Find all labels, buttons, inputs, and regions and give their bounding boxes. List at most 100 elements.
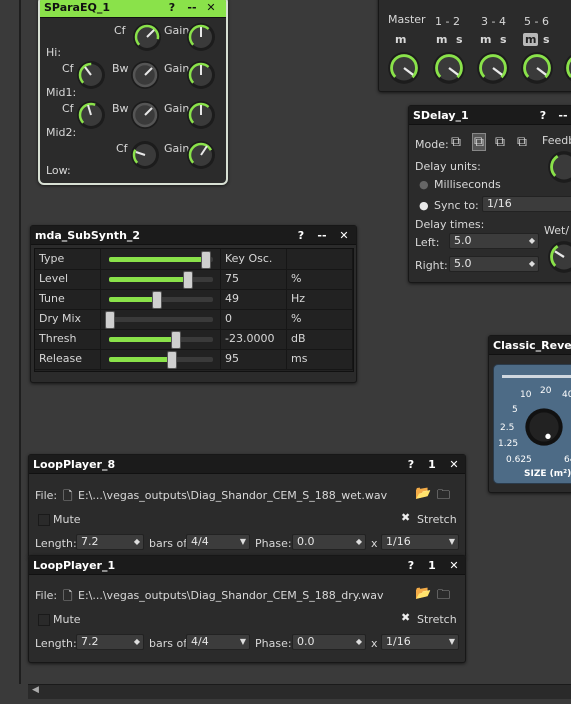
feedback-knob[interactable] — [547, 150, 571, 184]
mute-checkbox[interactable] — [38, 514, 50, 526]
close-button[interactable]: ✕ — [204, 0, 218, 17]
param-slider-track[interactable] — [109, 331, 213, 349]
param-value[interactable]: 75 — [225, 272, 239, 285]
ch34-mute-button[interactable]: m — [480, 33, 491, 46]
mute-checkbox[interactable] — [38, 614, 50, 626]
param-slider-thumb[interactable] — [183, 271, 193, 289]
length-field[interactable]: 7.2 ◆ — [76, 534, 144, 550]
minimize-button[interactable]: -- — [555, 106, 571, 125]
instance-button[interactable]: 1 — [427, 556, 437, 575]
spin-icon[interactable]: ◆ — [529, 257, 535, 271]
spin-icon[interactable]: ◆ — [356, 535, 362, 549]
mode-option-3-icon[interactable]: ⧉ — [495, 134, 505, 150]
scroll-left-arrow[interactable]: ◀ — [32, 685, 39, 695]
bottom-scroll-track[interactable] — [28, 684, 571, 699]
mid1-cf-knob[interactable] — [76, 60, 106, 90]
save-folder-icon[interactable]: 🗀 — [437, 586, 450, 608]
ch12-mute-button[interactable]: m — [436, 33, 447, 46]
ch34-volume-knob[interactable] — [476, 51, 510, 85]
mid2-cf-knob[interactable] — [76, 100, 106, 130]
spin-icon[interactable]: ◆ — [134, 535, 140, 549]
help-button[interactable]: ? — [405, 556, 417, 575]
phase-field[interactable]: 0.0 ◆ — [292, 634, 366, 650]
master-volume-knob[interactable] — [387, 51, 421, 85]
param-slider-track[interactable] — [109, 291, 213, 309]
ch78-volume-knob[interactable] — [563, 51, 571, 85]
milliseconds-radio[interactable]: ● — [419, 178, 429, 191]
save-folder-icon[interactable]: 🗀 — [437, 486, 450, 508]
help-button[interactable]: ? — [295, 226, 307, 245]
minimize-button[interactable]: -- — [184, 0, 200, 17]
ch12-volume-knob[interactable] — [432, 51, 466, 85]
bars-select[interactable]: 4/4 ▼ — [186, 534, 250, 550]
bars-select[interactable]: 4/4 ▼ — [186, 634, 250, 650]
ch34-solo-button[interactable]: s — [500, 33, 507, 46]
param-slider-track[interactable] — [109, 271, 213, 289]
mode-option-1-icon[interactable]: ⧉ — [451, 134, 461, 150]
file-path[interactable]: E:\...\vegas_outputs\Diag_Shandor_CEM_S_… — [78, 489, 387, 502]
spin-icon[interactable]: ◆ — [134, 635, 140, 649]
low-cf-knob[interactable] — [130, 140, 160, 170]
low-gain-knob[interactable] — [186, 140, 216, 170]
loopplayer-1-titlebar[interactable]: LoopPlayer_1 — [29, 556, 465, 575]
param-slider-thumb[interactable] — [167, 351, 178, 369]
ch56-solo-button[interactable]: s — [543, 33, 550, 46]
size-knob[interactable] — [524, 407, 564, 447]
mid1-gain-knob[interactable] — [186, 60, 216, 90]
instance-button[interactable]: 1 — [427, 455, 437, 474]
close-button[interactable]: ✕ — [447, 455, 461, 474]
open-folder-icon[interactable]: 📂 — [415, 486, 431, 501]
reverb-titlebar[interactable]: Classic_Rever — [489, 336, 571, 355]
param-slider-thumb[interactable] — [105, 311, 115, 329]
help-button[interactable]: ? — [166, 0, 178, 17]
mode-option-2-icon[interactable]: ⧉ — [472, 133, 486, 151]
sync-value-field[interactable]: 1/16 — [482, 196, 571, 212]
param-value[interactable]: -23.0000 — [225, 332, 274, 345]
wet-knob[interactable] — [547, 240, 571, 274]
ch12-solo-button[interactable]: s — [456, 33, 463, 46]
close-button[interactable]: ✕ — [337, 226, 351, 245]
param-slider-track[interactable] — [105, 311, 213, 329]
param-slider-thumb[interactable] — [200, 251, 211, 269]
file-path[interactable]: E:\...\vegas_outputs\Diag_Shandor_CEM_S_… — [78, 589, 383, 602]
stretch-check-icon[interactable]: ✖ — [401, 611, 410, 624]
ch56-mute-button[interactable]: m — [523, 33, 539, 46]
left-delay-field[interactable]: 5.0 ◆ — [449, 233, 539, 249]
param-value[interactable]: 95 — [225, 352, 239, 365]
subsynth-titlebar[interactable]: mda_SubSynth_2 — [31, 226, 356, 245]
loopplayer-8-titlebar[interactable]: LoopPlayer_8 — [29, 455, 465, 474]
param-slider-thumb[interactable] — [170, 331, 181, 349]
chevron-down-icon[interactable]: ▼ — [449, 635, 455, 649]
phase-field[interactable]: 0.0 ◆ — [292, 534, 366, 550]
ch56-volume-knob[interactable] — [520, 51, 554, 85]
length-field[interactable]: 7.2 ◆ — [76, 634, 144, 650]
chevron-down-icon[interactable]: ▼ — [240, 535, 246, 549]
mid1-bw-knob[interactable] — [130, 60, 160, 90]
hi-cf-knob[interactable] — [132, 22, 162, 52]
sync-radio[interactable]: ● — [419, 199, 429, 212]
minimize-button[interactable]: -- — [314, 226, 330, 245]
spin-icon[interactable]: ◆ — [356, 635, 362, 649]
division-select[interactable]: 1/16 ▼ — [381, 534, 459, 550]
help-button[interactable]: ? — [405, 455, 417, 474]
close-button[interactable]: ✕ — [447, 556, 461, 575]
division-select[interactable]: 1/16 ▼ — [381, 634, 459, 650]
master-mute-button[interactable]: m — [395, 33, 406, 46]
spin-icon[interactable]: ◆ — [529, 234, 535, 248]
param-slider-track[interactable] — [109, 251, 213, 269]
param-value[interactable]: 0 — [225, 312, 232, 325]
open-folder-icon[interactable]: 📂 — [415, 586, 431, 601]
param-slider-thumb[interactable] — [151, 291, 162, 309]
hi-gain-knob[interactable] — [186, 22, 216, 52]
param-value[interactable]: Key Osc. — [225, 252, 272, 265]
chevron-down-icon[interactable]: ▼ — [449, 535, 455, 549]
param-slider-track[interactable] — [109, 351, 213, 369]
mode-option-4-icon[interactable]: ⧉ — [517, 134, 527, 150]
help-button[interactable]: ? — [537, 106, 549, 125]
right-delay-field[interactable]: 5.0 ◆ — [449, 256, 539, 272]
stretch-check-icon[interactable]: ✖ — [401, 511, 410, 524]
mid2-bw-knob[interactable] — [130, 100, 160, 130]
param-value[interactable]: 49 — [225, 292, 239, 305]
mid2-gain-knob[interactable] — [186, 100, 216, 130]
chevron-down-icon[interactable]: ▼ — [240, 635, 246, 649]
